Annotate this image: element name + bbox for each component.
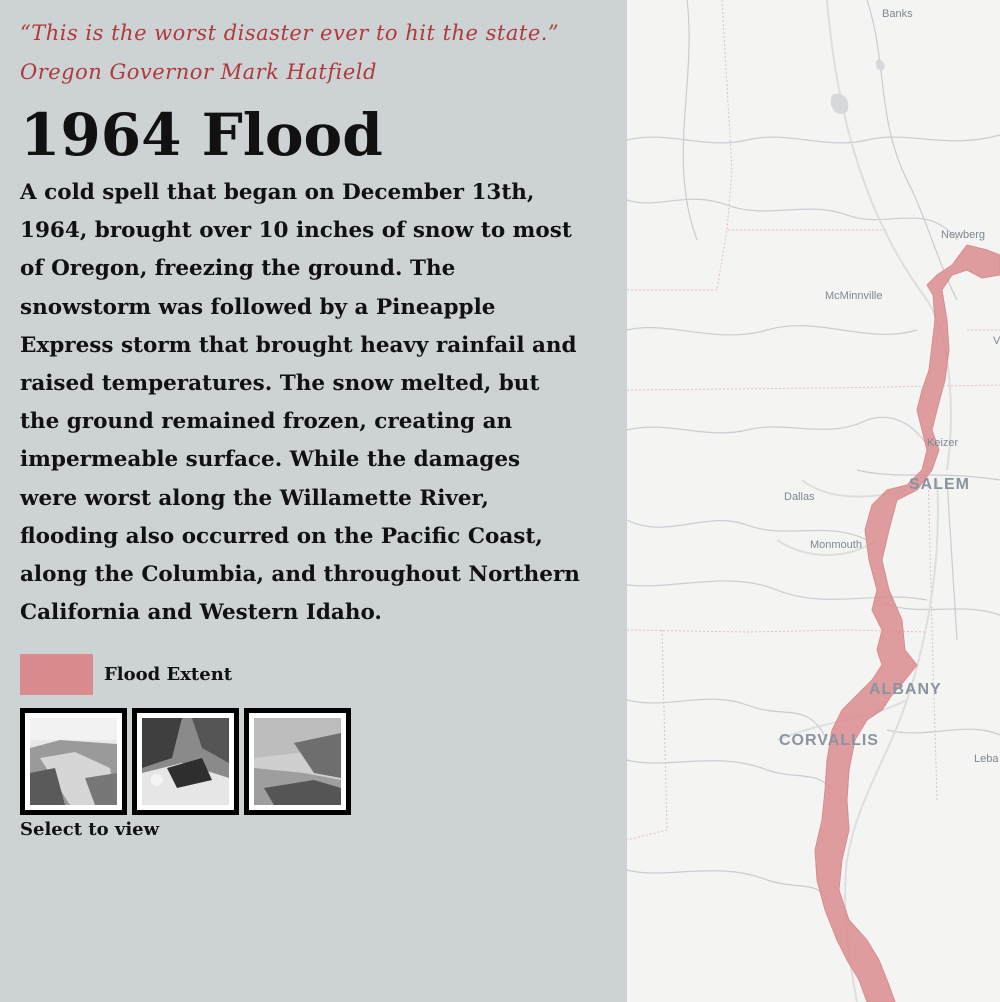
- place-mcminnville: McMinnville: [825, 290, 883, 302]
- place-albany: ALBANY: [869, 681, 942, 698]
- flood-extent-polygon: [814, 244, 1000, 1002]
- page-title: 1964 Flood: [20, 101, 383, 169]
- story-panel: “This is the worst disaster ever to hit …: [0, 0, 627, 1002]
- place-dallas: Dallas: [784, 491, 815, 503]
- gallery-caption: Select to view: [20, 819, 160, 841]
- county-boundaries: [627, 0, 1000, 841]
- story-body: A cold spell that began on December 13th…: [20, 180, 580, 626]
- legend-label: Flood Extent: [104, 664, 233, 686]
- quote-attribution: Oregon Governor Mark Hatfield: [20, 60, 377, 84]
- photo-thumbnail-1[interactable]: [20, 708, 127, 816]
- map-legend: Flood Extent: [20, 654, 627, 696]
- photo-thumbnail-3[interactable]: [244, 708, 351, 816]
- place-edge-letter: V: [993, 335, 1000, 347]
- flooded-canyon-photo: [254, 718, 341, 806]
- photo-gallery: [20, 708, 627, 816]
- quote: “This is the worst disaster ever to hit …: [20, 21, 560, 45]
- place-salem: SALEM: [909, 476, 970, 493]
- place-keizer: Keizer: [927, 437, 959, 449]
- place-corvallis: CORVALLIS: [779, 732, 879, 749]
- place-monmouth: Monmouth: [810, 539, 862, 551]
- flood-extent-swatch: [20, 654, 93, 696]
- place-banks: Banks: [882, 8, 913, 20]
- snowy-debris-photo: [142, 718, 229, 806]
- streams: [627, 0, 1000, 901]
- aerial-flood-photo: [30, 718, 117, 806]
- place-newberg: Newberg: [941, 229, 986, 241]
- place-lebanon: Leba: [974, 753, 999, 765]
- photo-thumbnail-2[interactable]: [132, 708, 239, 816]
- flood-map[interactable]: Banks Newberg McMinnville V Keizer SALEM…: [627, 0, 1000, 1002]
